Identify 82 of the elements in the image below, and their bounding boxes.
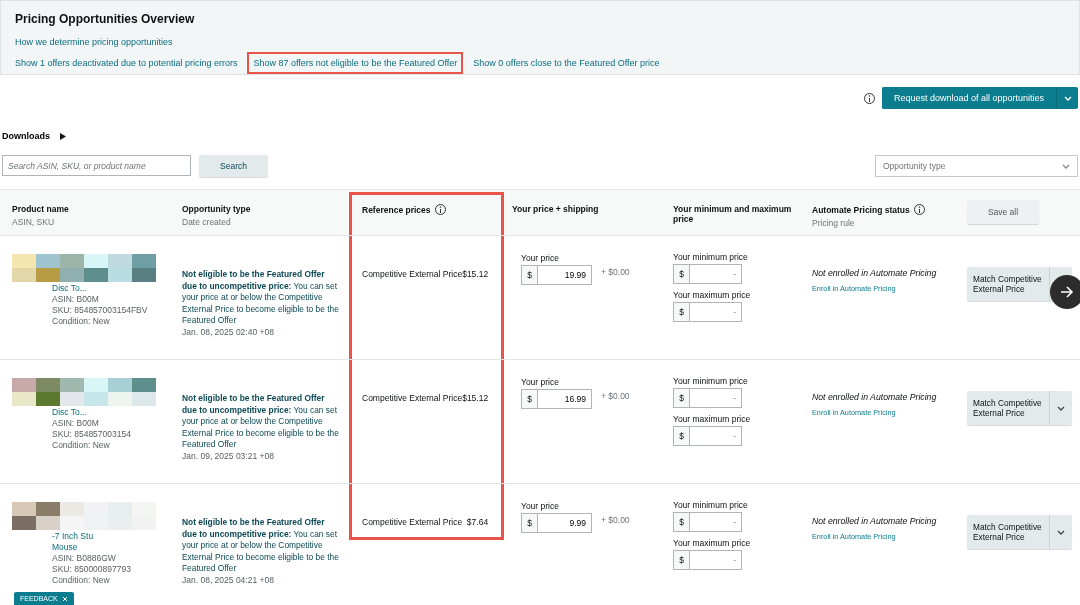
filter-link[interactable]: Show 1 offers deactivated due to potential pricing errors: [9, 52, 244, 74]
caret-icon: [1056, 529, 1065, 535]
sku-text: SKU: 854857003154FBV: [52, 305, 149, 316]
caret-icon: [1056, 405, 1065, 411]
asin-text: ASIN: B0886GW: [52, 553, 117, 564]
max-price-field[interactable]: -: [690, 550, 742, 570]
max-price-label: Your maximum price: [673, 538, 752, 548]
condition-text: Condition: New: [52, 440, 111, 451]
status-text: Not enrolled in Automate Pricing: [812, 268, 938, 278]
status-text: Not enrolled in Automate Pricing: [812, 392, 938, 402]
asin-text: ASIN: B00M: [52, 294, 100, 305]
column-title: Automate Pricing status: [812, 204, 910, 215]
column-subtitle: ASIN, SKU: [12, 217, 56, 227]
search-button[interactable]: Search: [199, 155, 268, 177]
filter-link[interactable]: Show 0 offers close to the Featured Offer price: [467, 52, 666, 74]
overview-title: Pricing Opportunities Overview: [15, 12, 196, 26]
asin-text: ASIN: B00M: [52, 418, 100, 429]
column-title: Your minimum and maximum price: [673, 204, 793, 224]
min-price-label: Your minimum price: [673, 500, 749, 510]
sku-text: SKU: 850000897793: [52, 564, 132, 575]
currency-symbol: $: [673, 388, 690, 408]
next-arrow-button[interactable]: [1050, 275, 1080, 309]
product-link[interactable]: Disc To...: [52, 283, 182, 294]
max-price-label: Your maximum price: [673, 414, 752, 424]
price-label: Your price: [521, 253, 560, 263]
min-price-field[interactable]: -: [690, 388, 742, 408]
caret-icon: [1062, 163, 1070, 169]
save-all-button[interactable]: Save all: [967, 200, 1039, 224]
filter-link[interactable]: Show 87 offers not eligible to be the Featured Offer: [247, 52, 464, 74]
currency-symbol: $: [673, 512, 690, 532]
opportunity-type-select[interactable]: Opportunity type: [875, 155, 1078, 177]
min-price-field[interactable]: -: [690, 264, 742, 284]
sku-text: SKU: 854857003154: [52, 429, 132, 440]
reference-price: Competitive External Price$15.12: [362, 393, 489, 403]
opportunity-text: Not eligible to be the Featured Offer due to uncompetitive price: You can set your price at or below the Competitive External Price to become eligible to be the Featured Offer: [182, 269, 340, 327]
currency-symbol: $: [521, 513, 538, 533]
column-subtitle: Date created: [182, 217, 232, 227]
opportunity-text: Not eligible to be the Featured Offer due to uncompetitive price: You can set your price at or below the Competitive External Price to become eligible to be the Featured Offer: [182, 517, 340, 575]
reference-price: Competitive External Price$15.12: [362, 269, 489, 279]
column-title: Opportunity type: [182, 204, 251, 214]
product-link[interactable]: -7 Inch Stu: [52, 531, 182, 542]
shipping-text: + $0.00: [601, 391, 630, 401]
price-field[interactable]: 19.99: [538, 265, 592, 285]
min-price-label: Your minimum price: [673, 252, 749, 262]
column-subtitle: Pricing rule: [812, 218, 856, 228]
column-title: Reference prices: [362, 204, 431, 215]
currency-symbol: $: [673, 426, 690, 446]
help-link[interactable]: How we determine pricing opportunities: [15, 37, 173, 47]
date-text: Jan. 08, 2025 02:40 +08: [182, 326, 275, 338]
price-label: Your price: [521, 501, 560, 511]
condition-text: Condition: New: [52, 316, 111, 327]
currency-symbol: $: [673, 550, 690, 570]
product-link[interactable]: Disc To...: [52, 407, 182, 418]
product-link[interactable]: Mouse: [52, 542, 182, 553]
min-price-field[interactable]: -: [690, 512, 742, 532]
close-icon: [61, 595, 68, 602]
min-price-label: Your minimum price: [673, 376, 749, 386]
arrow-icon: [1060, 286, 1074, 298]
caret-icon: [1063, 95, 1072, 101]
currency-symbol: $: [521, 389, 538, 409]
reference-price: Competitive External Price $7.64: [362, 517, 489, 527]
currency-symbol: $: [521, 265, 538, 285]
column-title: Product name: [12, 204, 69, 214]
max-price-field[interactable]: -: [690, 426, 742, 446]
date-text: Jan. 08, 2025 04:21 +08: [182, 574, 275, 586]
opportunity-text: Not eligible to be the Featured Offer due to uncompetitive price: You can set your price at or below the Competitive External Price to become eligible to be the Featured Offer: [182, 393, 340, 451]
max-price-label: Your maximum price: [673, 290, 752, 300]
condition-text: Condition: New: [52, 575, 111, 586]
price-field[interactable]: 9.99: [538, 513, 592, 533]
price-field[interactable]: 16.99: [538, 389, 592, 409]
shipping-text: + $0.00: [601, 515, 630, 525]
status-text: Not enrolled in Automate Pricing: [812, 516, 938, 526]
max-price-field[interactable]: -: [690, 302, 742, 322]
currency-symbol: $: [673, 264, 690, 284]
currency-symbol: $: [673, 302, 690, 322]
shipping-text: + $0.00: [601, 267, 630, 277]
column-title: Your price + shipping: [512, 204, 599, 214]
triangle-icon: [60, 132, 66, 140]
downloads-toggle[interactable]: Downloads: [2, 131, 66, 141]
date-text: Jan. 09, 2025 03:21 +08: [182, 450, 275, 462]
search-field[interactable]: Search ASIN, SKU, or product name: [2, 155, 191, 176]
price-label: Your price: [521, 377, 560, 387]
